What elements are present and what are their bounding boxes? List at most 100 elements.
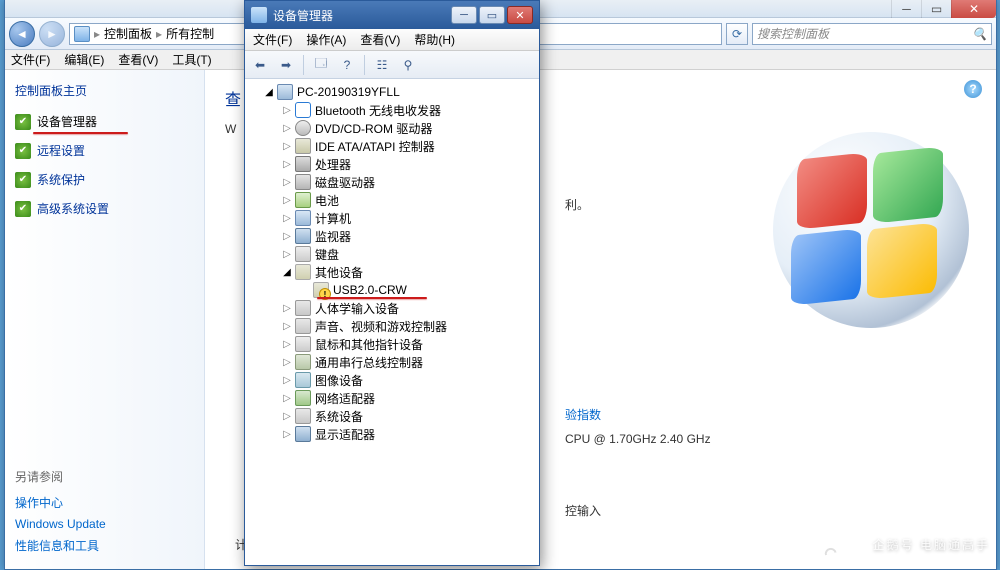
device-manager-window: 设备管理器 ─ ▭ ✕ 文件(F) 操作(A) 查看(V) 帮助(H) ⬅ ➡ … xyxy=(244,0,540,566)
expand-arrow-icon[interactable]: ▷ xyxy=(281,375,293,386)
see-also-link[interactable]: 性能信息和工具 xyxy=(15,534,194,557)
expand-arrow-icon[interactable]: ▷ xyxy=(281,429,293,440)
device-warning-icon xyxy=(313,282,329,298)
shield-icon: ✔ xyxy=(15,114,31,130)
device-tree: ◢PC-20190319YFLL▷Bluetooth 无线电收发器▷DVD/CD… xyxy=(245,79,539,565)
menu-view[interactable]: 查看(V) xyxy=(118,51,158,68)
expand-arrow-icon[interactable]: ◢ xyxy=(281,267,293,278)
device-icon xyxy=(295,228,311,244)
separator xyxy=(303,55,304,75)
expand-arrow-icon[interactable]: ▷ xyxy=(281,339,293,350)
device-icon xyxy=(295,390,311,406)
sidebar-item-label: 系统保护 xyxy=(37,171,85,188)
tree-node[interactable]: ▷系统设备 xyxy=(247,407,537,425)
expand-arrow-icon[interactable]: ▷ xyxy=(281,177,293,188)
tree-node-label: Bluetooth 无线电收发器 xyxy=(313,102,441,119)
tree-node[interactable]: ▷ 声音、视频和游戏控制器 xyxy=(247,317,537,335)
tree-node[interactable]: ▷显示适配器 xyxy=(247,425,537,443)
tree-node[interactable]: ▷磁盘驱动器 xyxy=(247,173,537,191)
sidebar-item-protect[interactable]: ✔ 系统保护 xyxy=(15,169,194,190)
menu-edit[interactable]: 编辑(E) xyxy=(64,51,104,68)
tree-node[interactable]: ▷鼠标和其他指针设备 xyxy=(247,335,537,353)
tree-node[interactable]: ▷人体学输入设备 xyxy=(247,299,537,317)
menu-view[interactable]: 查看(V) xyxy=(360,31,400,48)
nav-back-button[interactable]: ◄ xyxy=(9,21,35,47)
device-icon xyxy=(295,372,311,388)
expand-arrow-icon[interactable]: ▷ xyxy=(281,159,293,170)
tree-node[interactable]: ◢其他设备 xyxy=(247,263,537,281)
separator xyxy=(364,55,365,75)
expand-arrow-icon[interactable]: ▷ xyxy=(281,105,293,116)
toolbar-forward-icon[interactable]: ➡ xyxy=(275,54,297,76)
menu-file[interactable]: 文件(F) xyxy=(11,51,50,68)
experience-index-link[interactable]: 验指数 xyxy=(565,406,601,423)
minimize-button[interactable]: ─ xyxy=(891,0,921,18)
maximize-button[interactable]: ▭ xyxy=(921,0,951,18)
see-also-heading: 另请参阅 xyxy=(15,468,194,485)
tree-node-label: 声音、视频和游戏控制器 xyxy=(313,318,447,335)
toolbar-properties-icon[interactable]: 🗔 xyxy=(310,54,332,76)
tree-node[interactable]: ▷图像设备 xyxy=(247,371,537,389)
device-icon xyxy=(295,102,311,118)
close-button[interactable]: ✕ xyxy=(507,6,533,24)
expand-arrow-icon[interactable]: ▷ xyxy=(281,303,293,314)
tree-node[interactable]: ▷ Bluetooth 无线电收发器 xyxy=(247,101,537,119)
expand-arrow-icon[interactable]: ▷ xyxy=(281,213,293,224)
sidebar-item-device-manager[interactable]: ✔ 设备管理器 xyxy=(15,111,194,132)
see-also-link[interactable]: 操作中心 xyxy=(15,491,194,514)
device-icon xyxy=(295,318,311,334)
menu-file[interactable]: 文件(F) xyxy=(253,31,292,48)
minimize-button[interactable]: ─ xyxy=(451,6,477,24)
sidebar-item-advanced[interactable]: ✔ 高级系统设置 xyxy=(15,198,194,219)
expand-arrow-icon[interactable]: ▷ xyxy=(281,141,293,152)
see-also-link[interactable]: Windows Update xyxy=(15,514,194,534)
expand-arrow-icon[interactable]: ▷ xyxy=(281,195,293,206)
expand-arrow-icon[interactable]: ◢ xyxy=(263,87,275,98)
expand-arrow-icon[interactable]: ▷ xyxy=(281,357,293,368)
expand-arrow-icon[interactable]: ▷ xyxy=(281,249,293,260)
tree-node[interactable]: ▷通用串行总线控制器 xyxy=(247,353,537,371)
computer-icon xyxy=(277,84,293,100)
sidebar-item-remote[interactable]: ✔ 远程设置 xyxy=(15,140,194,161)
tree-node[interactable]: ▷IDE ATA/ATAPI 控制器 xyxy=(247,137,537,155)
tree-root-label[interactable]: PC-20190319YFLL xyxy=(295,85,400,99)
shield-icon: ✔ xyxy=(15,201,31,217)
menu-action[interactable]: 操作(A) xyxy=(306,31,346,48)
breadcrumb-part[interactable]: 所有控制 xyxy=(166,25,214,42)
toolbar-treeview-icon[interactable]: ☷ xyxy=(371,54,393,76)
toolbar-scan-icon[interactable]: ⚲ xyxy=(397,54,419,76)
menu-tools[interactable]: 工具(T) xyxy=(172,51,211,68)
tree-node[interactable]: ▷DVD/CD-ROM 驱动器 xyxy=(247,119,537,137)
nav-forward-button[interactable]: ► xyxy=(39,21,65,47)
search-input[interactable]: 搜索控制面板 🔍 xyxy=(752,23,992,45)
expand-arrow-icon[interactable]: ▷ xyxy=(281,411,293,422)
tree-node[interactable]: ▷键盘 xyxy=(247,245,537,263)
expand-arrow-icon[interactable]: ▷ xyxy=(281,321,293,332)
tree-node[interactable]: ▷网络适配器 xyxy=(247,389,537,407)
sidebar-home[interactable]: 控制面板主页 xyxy=(15,82,194,99)
windows-logo xyxy=(791,150,951,310)
devmgr-titlebar[interactable]: 设备管理器 ─ ▭ ✕ xyxy=(245,1,539,29)
tree-node[interactable]: ▷ 计算机 xyxy=(247,209,537,227)
toolbar-back-icon[interactable]: ⬅ xyxy=(249,54,271,76)
toolbar-help-icon[interactable]: ? xyxy=(336,54,358,76)
info-fragment: 利。 xyxy=(565,196,589,213)
tree-node[interactable]: ▷处理器 xyxy=(247,155,537,173)
menu-help[interactable]: 帮助(H) xyxy=(414,31,455,48)
refresh-button[interactable]: ⟳ xyxy=(726,23,748,45)
sidebar-item-label: 设备管理器 xyxy=(37,113,97,130)
breadcrumb-part[interactable]: 控制面板 xyxy=(104,25,152,42)
close-button[interactable]: ✕ xyxy=(951,0,996,18)
tree-node-label: 计算机 xyxy=(313,210,351,227)
tree-node[interactable]: ▷ 电池 xyxy=(247,191,537,209)
tree-node[interactable]: ▷监视器 xyxy=(247,227,537,245)
expand-arrow-icon[interactable]: ▷ xyxy=(281,123,293,134)
expand-arrow-icon[interactable]: ▷ xyxy=(281,393,293,404)
device-icon xyxy=(295,192,311,208)
maximize-button[interactable]: ▭ xyxy=(479,6,505,24)
device-icon xyxy=(295,156,311,172)
help-icon[interactable]: ? xyxy=(964,80,982,98)
expand-arrow-icon[interactable]: ▷ xyxy=(281,231,293,242)
tree-child-node[interactable]: USB2.0-CRW xyxy=(247,281,537,299)
tree-node-label: 电池 xyxy=(313,192,339,209)
